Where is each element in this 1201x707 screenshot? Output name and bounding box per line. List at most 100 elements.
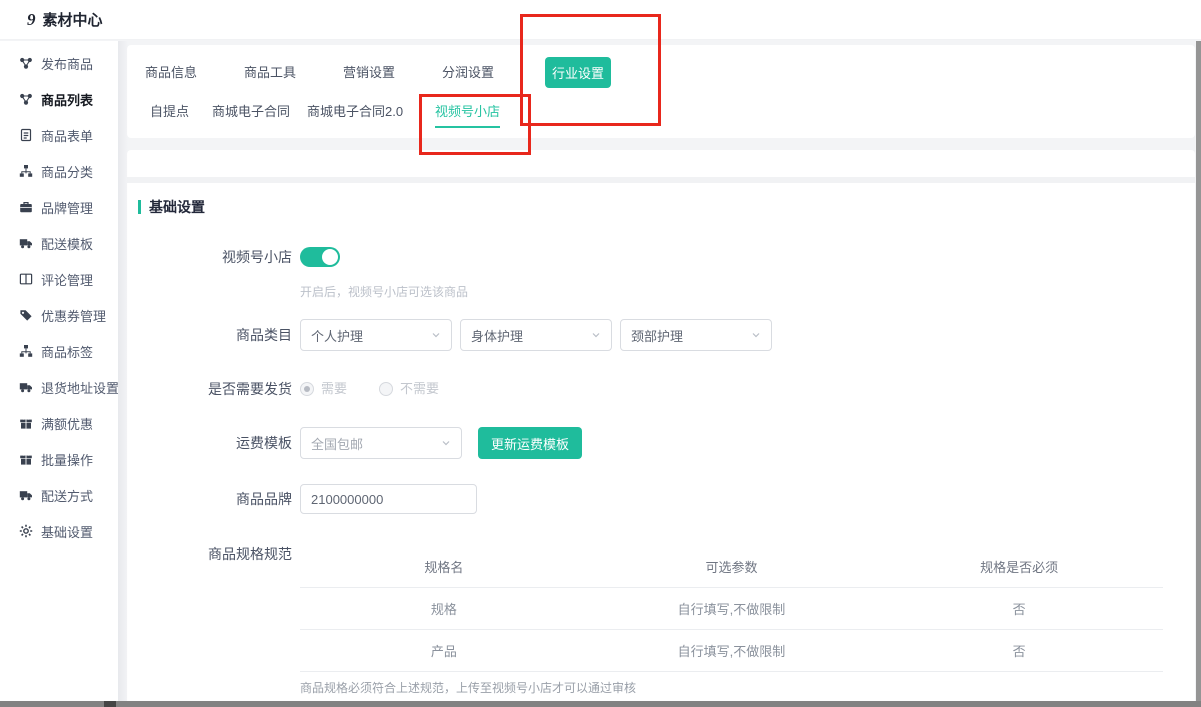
- sidebar-item-label: 基础设置: [41, 522, 93, 541]
- video-shop-label: 视频号小店: [127, 241, 292, 273]
- chevron-down-icon: [751, 330, 761, 340]
- spec-table-row: 产品 自行填写,不做限制 否: [300, 630, 1163, 672]
- category-select-level1[interactable]: 个人护理: [300, 319, 452, 351]
- radio-option-need-label: 需要: [321, 379, 347, 399]
- primary-tabs: 商品信息 商品工具 营销设置 分润设置 行业设置: [127, 57, 1195, 88]
- radio-option-no-need[interactable]: 不需要: [379, 379, 439, 399]
- sidebar-item-label: 发布商品: [41, 54, 93, 73]
- gear-icon: [19, 524, 33, 538]
- form-row-brand: 商品品牌: [127, 483, 1195, 515]
- gift-icon: [19, 416, 33, 430]
- tabs-card: 商品信息 商品工具 营销设置 分润设置 行业设置 自提点 商城电子合同 商城电子…: [127, 45, 1195, 138]
- form-row-delivery-required: 是否需要发货 需要 不需要: [127, 379, 1195, 399]
- sidebar-item-batch-operations[interactable]: 批量操作: [0, 441, 118, 477]
- chevron-down-icon: [591, 330, 601, 340]
- section-accent-bar: [138, 200, 141, 214]
- tab-mall-econtract-2[interactable]: 商城电子合同2.0: [307, 98, 403, 126]
- sidebar-item-delivery-method[interactable]: 配送方式: [0, 477, 118, 513]
- card-divider: [127, 177, 1195, 183]
- sidebar-item-label: 批量操作: [41, 450, 93, 469]
- radio-icon: [379, 382, 393, 396]
- truck-icon: [19, 380, 33, 394]
- form-row-video-shop: 视频号小店: [127, 241, 1195, 273]
- truck-icon: [19, 236, 33, 250]
- share-nodes-icon: [19, 92, 33, 106]
- update-freight-template-button[interactable]: 更新运费模板: [478, 427, 582, 459]
- app-title: 素材中心: [43, 9, 103, 30]
- sidebar-item-product-list[interactable]: 商品列表: [0, 81, 118, 117]
- sidebar-item-brand-management[interactable]: 品牌管理: [0, 189, 118, 225]
- section-header: 基础设置: [127, 197, 1195, 217]
- sidebar-item-comment-management[interactable]: 评论管理: [0, 261, 118, 297]
- logo-icon: 9: [27, 11, 36, 28]
- spec-cell-params: 自行填写,不做限制: [588, 630, 876, 672]
- spec-table-header-row: 规格名 可选参数 规格是否必须: [300, 545, 1163, 588]
- form-row-spec: 商品规格规范 规格名 可选参数 规格是否必须 规格 自行填写,不做限制 否: [127, 545, 1195, 696]
- spec-table: 规格名 可选参数 规格是否必须 规格 自行填写,不做限制 否 产品 自行填写,不…: [300, 545, 1163, 672]
- tab-mall-econtract[interactable]: 商城电子合同: [212, 98, 290, 126]
- sidebar: 发布商品 商品列表 商品表单 商品分类 品牌管理 配送模板 评论管理 优惠券管: [0, 41, 118, 701]
- tab-pickup-point[interactable]: 自提点: [150, 98, 189, 126]
- sidebar-item-delivery-template[interactable]: 配送模板: [0, 225, 118, 261]
- category-select-level3[interactable]: 颈部护理: [620, 319, 772, 351]
- video-shop-toggle[interactable]: [300, 247, 340, 267]
- sidebar-item-return-address-settings[interactable]: 退货地址设置: [0, 369, 118, 405]
- tab-profit-settings[interactable]: 分润设置: [442, 57, 494, 88]
- brand-label: 商品品牌: [127, 483, 292, 515]
- book-icon: [19, 272, 33, 286]
- spec-table-row: 规格 自行填写,不做限制 否: [300, 588, 1163, 630]
- sidebar-item-basic-settings[interactable]: 基础设置: [0, 513, 118, 549]
- category-select-level1-value: 个人护理: [311, 326, 363, 345]
- sidebar-item-product-form[interactable]: 商品表单: [0, 117, 118, 153]
- spec-label: 商品规格规范: [127, 545, 292, 563]
- form-row-category: 商品类目 个人护理 身体护理 颈部护理: [127, 319, 1195, 351]
- category-select-level2-value: 身体护理: [471, 326, 523, 345]
- tab-marketing-settings[interactable]: 营销设置: [343, 57, 395, 88]
- section-title: 基础设置: [149, 197, 205, 217]
- sidebar-item-label: 优惠券管理: [41, 306, 106, 325]
- sidebar-item-full-discount[interactable]: 满额优惠: [0, 405, 118, 441]
- secondary-tabs: 自提点 商城电子合同 商城电子合同2.0 视频号小店: [127, 98, 1195, 128]
- sidebar-item-publish-product[interactable]: 发布商品: [0, 45, 118, 81]
- spec-cell-required: 否: [875, 588, 1163, 630]
- sidebar-item-product-category[interactable]: 商品分类: [0, 153, 118, 189]
- briefcase-icon: [19, 200, 33, 214]
- share-nodes-icon: [19, 56, 33, 70]
- toggle-knob: [322, 249, 338, 265]
- form-row-freight-template: 运费模板 全国包邮 更新运费模板: [127, 427, 1195, 459]
- tag-icon: [19, 308, 33, 322]
- sidebar-item-label: 商品分类: [41, 162, 93, 181]
- document-icon: [19, 128, 33, 142]
- tab-product-tools[interactable]: 商品工具: [244, 57, 296, 88]
- sidebar-item-product-tags[interactable]: 商品标签: [0, 333, 118, 369]
- sidebar-item-label: 满额优惠: [41, 414, 93, 433]
- sitemap-icon: [19, 164, 33, 178]
- spec-cell-params: 自行填写,不做限制: [588, 588, 876, 630]
- spec-table-header-name: 规格名: [300, 545, 588, 588]
- spec-cell-name: 规格: [300, 588, 588, 630]
- category-select-level3-value: 颈部护理: [631, 326, 683, 345]
- freight-template-select[interactable]: 全国包邮: [300, 427, 462, 459]
- sidebar-menu: 发布商品 商品列表 商品表单 商品分类 品牌管理 配送模板 评论管理 优惠券管: [0, 41, 118, 549]
- category-select-level2[interactable]: 身体护理: [460, 319, 612, 351]
- horizontal-scrollbar[interactable]: [0, 701, 1201, 707]
- freight-template-value: 全国包邮: [311, 434, 363, 453]
- sidebar-item-coupon-management[interactable]: 优惠券管理: [0, 297, 118, 333]
- annotation-box-industry-settings: [520, 14, 661, 126]
- tab-product-info[interactable]: 商品信息: [145, 57, 197, 88]
- sidebar-item-label: 退货地址设置: [41, 378, 119, 397]
- sidebar-item-label: 商品表单: [41, 126, 93, 145]
- radio-option-need[interactable]: 需要: [300, 379, 347, 399]
- radio-icon: [300, 382, 314, 396]
- vertical-scrollbar[interactable]: [1196, 41, 1201, 701]
- video-shop-helper-text: 开启后，视频号小店可选该商品: [300, 283, 1195, 300]
- sidebar-item-label: 商品列表: [41, 90, 93, 109]
- brand-input[interactable]: [300, 484, 477, 514]
- delivery-required-label: 是否需要发货: [127, 379, 292, 399]
- content-card: 基础设置 视频号小店 开启后，视频号小店可选该商品 商品类目 个人护理 身体护理…: [127, 150, 1195, 701]
- spec-table-header-required: 规格是否必须: [875, 545, 1163, 588]
- freight-template-label: 运费模板: [127, 427, 292, 459]
- sidebar-item-label: 评论管理: [41, 270, 93, 289]
- chevron-down-icon: [431, 330, 441, 340]
- chevron-down-icon: [441, 438, 451, 448]
